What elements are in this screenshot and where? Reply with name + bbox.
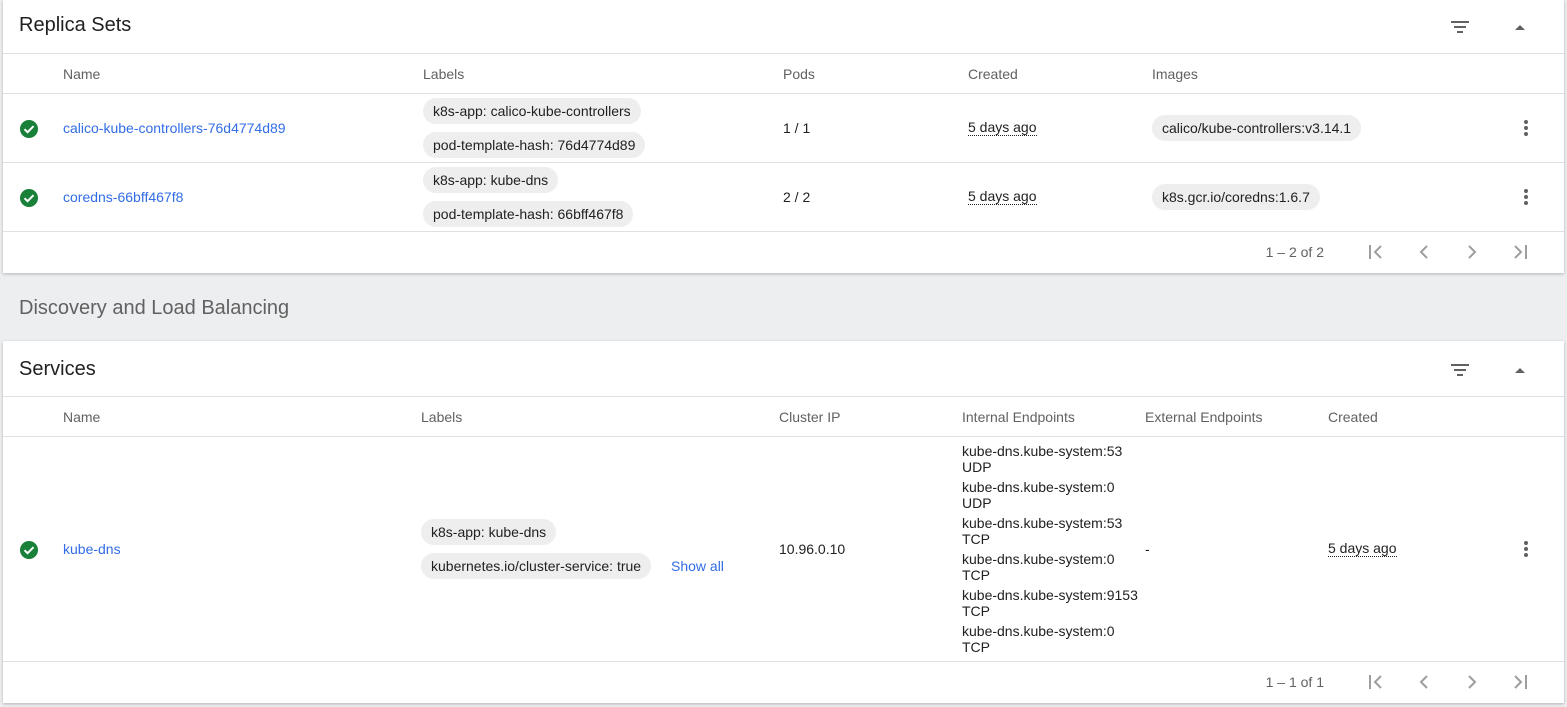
replica-sets-table-header: Name Labels Pods Created Images <box>3 54 1564 94</box>
chevron-left-icon[interactable] <box>1412 240 1436 264</box>
services-title: Services <box>19 358 96 380</box>
endpoint-host: kube-dns.kube-system:0 <box>962 623 1115 639</box>
label-chip: k8s-app: calico-kube-controllers <box>423 98 641 124</box>
endpoint-protocol: UDP <box>962 495 992 511</box>
more-vert-icon[interactable] <box>1516 539 1536 559</box>
column-header-internal-endpoints: Internal Endpoints <box>962 409 1075 425</box>
column-header-images: Images <box>1152 66 1198 82</box>
image-chip: calico/kube-controllers:v3.14.1 <box>1152 115 1362 141</box>
column-header-labels: Labels <box>423 66 465 82</box>
column-header-labels: Labels <box>421 409 463 425</box>
replica-set-name-link[interactable]: coredns-66bff467f8 <box>63 189 183 205</box>
label-chip: kubernetes.io/cluster-service: true <box>421 553 652 579</box>
last-page-icon[interactable] <box>1508 670 1532 694</box>
label-chip: pod-template-hash: 66bff467f8 <box>423 201 634 227</box>
endpoint-host: kube-dns.kube-system:53 <box>962 443 1123 459</box>
column-header-created[interactable]: Created <box>968 66 1018 82</box>
table-row: calico-kube-controllers-76d4774d89 k8s-a… <box>3 94 1564 163</box>
endpoint-host: kube-dns.kube-system:0 <box>962 479 1115 495</box>
internal-endpoints-list: kube-dns.kube-system:53 UDP kube-dns.kub… <box>962 443 1138 655</box>
chevron-left-icon[interactable] <box>1412 670 1436 694</box>
column-header-name[interactable]: Name <box>63 409 100 425</box>
created-age: 5 days ago <box>968 188 1037 205</box>
filter-icon[interactable] <box>1447 14 1473 40</box>
endpoint-protocol: TCP <box>962 639 990 655</box>
pagination-range: 1 – 2 of 2 <box>1265 244 1324 260</box>
endpoint-host: kube-dns.kube-system:53 <box>962 515 1123 531</box>
chevron-right-icon[interactable] <box>1460 240 1484 264</box>
service-name-link[interactable]: kube-dns <box>63 541 121 557</box>
table-row: coredns-66bff467f8 k8s-app: kube-dns pod… <box>3 163 1564 232</box>
endpoint-protocol: TCP <box>962 531 990 547</box>
table-row: kube-dns k8s-app: kube-dns kubernetes.io… <box>3 437 1564 662</box>
replica-sets-card: Replica Sets Name Labels Pods Created Im… <box>3 0 1564 273</box>
show-all-labels-button[interactable]: Show all <box>671 558 724 574</box>
label-chip: k8s-app: kube-dns <box>421 519 557 545</box>
column-header-cluster-ip: Cluster IP <box>779 409 841 425</box>
column-header-external-endpoints: External Endpoints <box>1145 409 1263 425</box>
pods-count: 1 / 1 <box>783 120 811 136</box>
services-card: Services Name Labels Cluster IP Internal… <box>3 341 1564 703</box>
image-chip: k8s.gcr.io/coredns:1.6.7 <box>1152 184 1320 210</box>
chevron-up-icon[interactable] <box>1507 357 1533 383</box>
endpoint-host: kube-dns.kube-system:0 <box>962 551 1115 567</box>
last-page-icon[interactable] <box>1508 240 1532 264</box>
more-vert-icon[interactable] <box>1516 187 1536 207</box>
replica-set-name-link[interactable]: calico-kube-controllers-76d4774d89 <box>63 120 286 136</box>
replica-sets-paginator: 1 – 2 of 2 <box>3 232 1564 272</box>
replica-sets-title: Replica Sets <box>19 14 132 36</box>
label-chip: k8s-app: kube-dns <box>423 167 559 193</box>
first-page-icon[interactable] <box>1364 670 1388 694</box>
chevron-right-icon[interactable] <box>1460 670 1484 694</box>
services-header: Services <box>3 341 1564 397</box>
column-header-pods: Pods <box>783 66 815 82</box>
first-page-icon[interactable] <box>1364 240 1388 264</box>
discovery-section-title: Discovery and Load Balancing <box>19 297 290 319</box>
endpoint-protocol: TCP <box>962 567 990 583</box>
endpoint-protocol: UDP <box>962 459 992 475</box>
created-age: 5 days ago <box>1328 540 1397 557</box>
check-circle-icon <box>20 120 38 138</box>
more-vert-icon[interactable] <box>1516 118 1536 138</box>
pagination-range: 1 – 1 of 1 <box>1265 674 1324 690</box>
endpoint-protocol: TCP <box>962 603 990 619</box>
pods-count: 2 / 2 <box>783 189 811 205</box>
services-paginator: 1 – 1 of 1 <box>3 662 1564 702</box>
endpoint-host: kube-dns.kube-system:9153 <box>962 587 1138 603</box>
column-header-name[interactable]: Name <box>63 66 100 82</box>
check-circle-icon <box>20 541 38 559</box>
label-chip: pod-template-hash: 76d4774d89 <box>423 132 646 158</box>
chevron-up-icon[interactable] <box>1507 14 1533 40</box>
services-table-header: Name Labels Cluster IP Internal Endpoint… <box>3 397 1564 437</box>
filter-icon[interactable] <box>1447 357 1473 383</box>
external-endpoints: - <box>1145 541 1150 557</box>
cluster-ip: 10.96.0.10 <box>779 541 846 557</box>
column-header-created[interactable]: Created <box>1328 409 1378 425</box>
replica-sets-header: Replica Sets <box>3 0 1564 54</box>
check-circle-icon <box>20 189 38 207</box>
created-age: 5 days ago <box>968 119 1037 136</box>
